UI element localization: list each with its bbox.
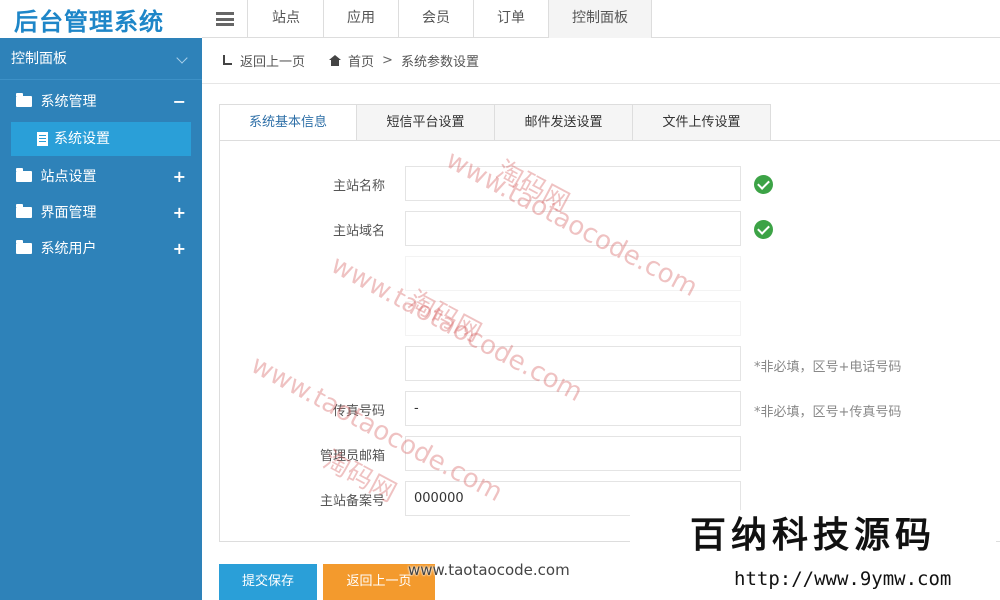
hidden-field-1-input[interactable]	[405, 256, 741, 291]
form-row-fax: 传真号码 *非必填，区号+传真号码	[220, 391, 1000, 427]
folder-icon	[16, 204, 32, 218]
sidebar-item-site-settings[interactable]: 站点设置 +	[0, 159, 202, 195]
sidebar-subitem-system-settings[interactable]: 系统设置	[11, 122, 191, 156]
menu-toggle-button[interactable]	[202, 0, 248, 38]
topnav-orders[interactable]: 订单	[474, 0, 549, 38]
form-row-site-domain: 主站域名	[220, 211, 1000, 247]
hidden-field-2-input[interactable]	[405, 301, 741, 336]
chevron-down-icon	[176, 52, 188, 64]
site-name-input[interactable]	[405, 166, 741, 201]
sidebar: 控制面板 系统管理 − 系统设置 站点设置 + 界面管理 + 系统用户 +	[0, 38, 202, 600]
check-circle-icon	[754, 220, 773, 239]
folder-icon	[16, 240, 32, 254]
topnav-site[interactable]: 站点	[249, 0, 324, 38]
form-row-phone: *非必填，区号+电话号码	[220, 346, 1000, 382]
back-arrow-icon	[220, 54, 232, 67]
phone-hint: *非必填，区号+电话号码	[754, 360, 902, 375]
form-row-hidden-1	[220, 256, 1000, 292]
brand-watermark: 百纳科技源码	[630, 510, 996, 560]
sidebar-header[interactable]: 控制面板	[0, 38, 202, 80]
go-back-button[interactable]: 返回上一页	[323, 564, 435, 600]
icp-label: 主站备案号	[319, 494, 385, 509]
app-title: 后台管理系统	[14, 8, 164, 36]
breadcrumb-back-link[interactable]: 返回上一页	[240, 51, 305, 70]
folder-icon	[16, 168, 32, 182]
form-row-admin-email: 管理员邮箱	[220, 436, 1000, 472]
site-domain-input[interactable]	[405, 211, 741, 246]
breadcrumb-separator: >	[382, 53, 393, 68]
tab-upload-settings[interactable]: 文件上传设置	[633, 104, 771, 141]
sidebar-item-system-users[interactable]: 系统用户 +	[0, 231, 202, 267]
expand-icon: +	[172, 167, 186, 186]
check-circle-icon	[754, 175, 773, 194]
topnav-control-panel[interactable]: 控制面板	[549, 0, 652, 38]
sidebar-item-label: 界面管理	[40, 205, 97, 221]
fax-input[interactable]	[405, 391, 741, 426]
sidebar-subitem-label: 系统设置	[54, 131, 110, 147]
settings-form-panel: 主站名称 主站域名 *非必填，区号+电话号码 传真号码 *非必填，区号+传真号码…	[219, 140, 1000, 542]
phone-input[interactable]	[405, 346, 741, 381]
collapse-icon: −	[172, 92, 186, 111]
tab-basic-info[interactable]: 系统基本信息	[219, 104, 357, 141]
sidebar-item-ui-management[interactable]: 界面管理 +	[0, 195, 202, 231]
admin-email-input[interactable]	[405, 436, 741, 471]
sidebar-header-label: 控制面板	[11, 51, 67, 67]
topnav-apps[interactable]: 应用	[324, 0, 399, 38]
breadcrumb-current: 系统参数设置	[400, 55, 479, 70]
sidebar-item-system-management[interactable]: 系统管理 −	[0, 84, 202, 120]
fax-label: 传真号码	[332, 404, 385, 419]
topnav-members[interactable]: 会员	[399, 0, 474, 38]
sidebar-item-label: 系统用户	[40, 241, 97, 257]
submit-save-button[interactable]: 提交保存	[219, 564, 317, 600]
site-name-label: 主站名称	[332, 179, 385, 194]
sidebar-item-label: 系统管理	[40, 94, 97, 110]
admin-email-label: 管理员邮箱	[319, 449, 385, 464]
form-row-site-name: 主站名称	[220, 166, 1000, 202]
breadcrumb: 返回上一页 首页 > 系统参数设置	[202, 38, 1000, 84]
expand-icon: +	[172, 203, 186, 222]
form-row-hidden-2	[220, 301, 1000, 337]
tab-sms-settings[interactable]: 短信平台设置	[357, 104, 495, 141]
top-nav: 站点 应用 会员 订单 控制面板	[249, 0, 652, 38]
home-icon	[329, 55, 342, 66]
document-icon	[37, 132, 48, 146]
top-bar: 后台管理系统 站点 应用 会员 订单 控制面板	[0, 0, 1000, 38]
brand-url-watermark: http://www.9ymw.com	[734, 568, 952, 590]
folder-icon	[16, 93, 32, 107]
hamburger-icon	[215, 12, 234, 26]
fax-hint: *非必填，区号+传真号码	[754, 405, 902, 420]
site-domain-label: 主站域名	[332, 224, 385, 239]
settings-tabs: 系统基本信息 短信平台设置 邮件发送设置 文件上传设置	[219, 104, 771, 141]
expand-icon: +	[172, 239, 186, 258]
breadcrumb-home-link[interactable]: 首页	[348, 51, 374, 70]
tab-email-settings[interactable]: 邮件发送设置	[495, 104, 633, 141]
app-logo[interactable]: 后台管理系统	[0, 0, 202, 38]
sidebar-item-label: 站点设置	[40, 169, 97, 185]
